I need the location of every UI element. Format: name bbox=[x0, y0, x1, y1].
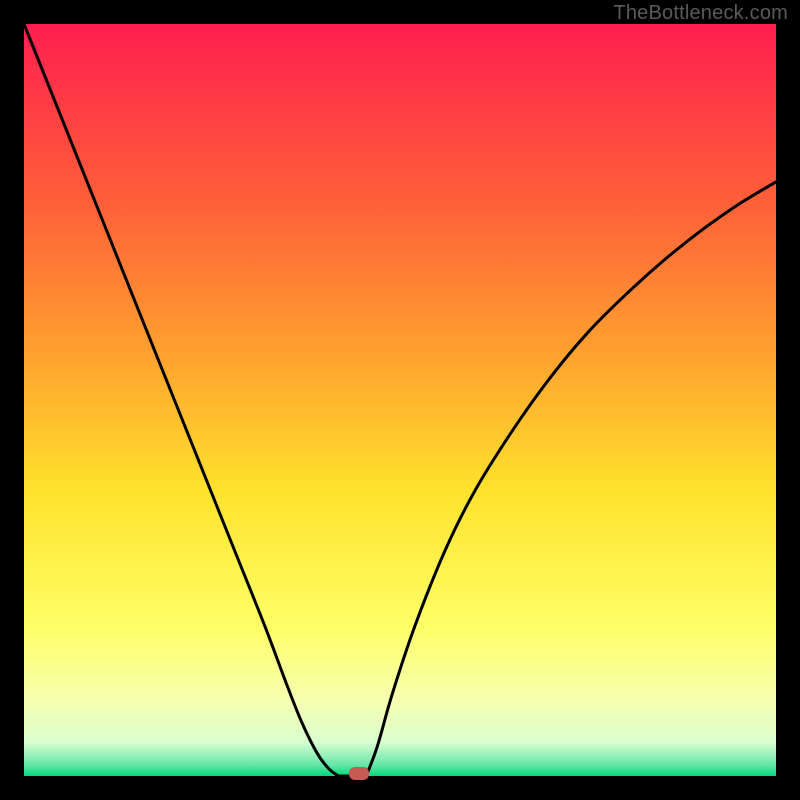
optimal-marker bbox=[349, 767, 369, 780]
chart-frame: TheBottleneck.com bbox=[0, 0, 800, 800]
bottleneck-chart bbox=[24, 24, 776, 776]
watermark-text: TheBottleneck.com bbox=[613, 2, 788, 25]
chart-background bbox=[24, 24, 776, 776]
